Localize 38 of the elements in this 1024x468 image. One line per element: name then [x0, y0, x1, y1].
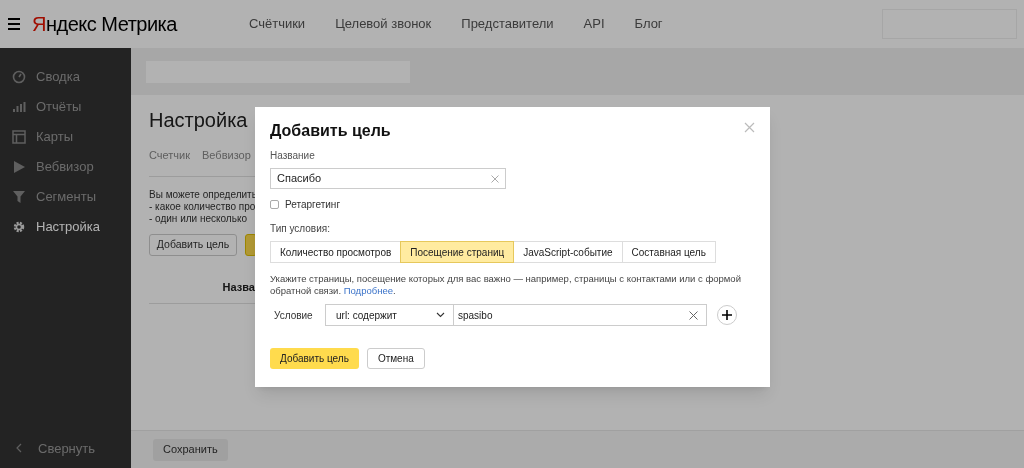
- more-link[interactable]: Подробнее: [343, 285, 393, 296]
- condition-type-tab[interactable]: Количество просмотров: [270, 241, 402, 263]
- field-label: Условие: [273, 308, 314, 323]
- save-button[interactable]: Сохранить: [153, 438, 228, 461]
- column-header: Назва: [222, 279, 255, 295]
- sidebar-item[interactable]: Настройка: [36, 217, 100, 237]
- collapse-link[interactable]: Свернуть: [38, 438, 95, 458]
- condition-type-tab[interactable]: Посещение страниц: [400, 241, 515, 263]
- nav-link[interactable]: API: [583, 14, 605, 34]
- tab[interactable]: Счетчик: [149, 147, 191, 164]
- intro-text: Вы можете определить: [149, 188, 257, 201]
- intro-text: - какое количество про: [149, 200, 256, 213]
- submit-button[interactable]: Добавить цель: [270, 348, 359, 369]
- sidebar-item[interactable]: Карты: [36, 127, 74, 147]
- logo[interactable]: Яндекс Метрика: [32, 9, 177, 39]
- description-text: Укажите страницы, посещение которых для вас важно — например, страницы с контактами или с формой обратной связи. Подробнее.: [270, 273, 742, 297]
- nav-link[interactable]: Целевой звонок: [335, 14, 432, 34]
- page-title: Настройка: [149, 108, 248, 133]
- cancel-button[interactable]: Отмена: [366, 348, 425, 369]
- sidebar-item[interactable]: Сегменты: [36, 187, 96, 207]
- nav-link[interactable]: Блог: [634, 14, 663, 34]
- field-label: Тип условия:: [270, 222, 331, 236]
- field-label: Название: [270, 149, 316, 163]
- condition-type-tab[interactable]: Составная цель: [621, 241, 716, 263]
- sidebar-item[interactable]: Сводка: [36, 67, 80, 87]
- add-goal-button[interactable]: Добавить цель: [149, 233, 237, 256]
- name-field[interactable]: Спасибо: [270, 168, 506, 189]
- sidebar-item[interactable]: Вебвизор: [36, 157, 94, 177]
- sidebar-item[interactable]: Отчёты: [36, 97, 82, 117]
- intro-text: - один или несколько: [149, 212, 247, 225]
- checkbox-label: Ретаргетинг: [285, 198, 341, 212]
- nav-link[interactable]: Представители: [461, 14, 554, 34]
- nav-link[interactable]: Счётчики: [248, 14, 306, 34]
- operator-dropdown[interactable]: url: содержит: [325, 304, 454, 326]
- dialog-title: Добавить цель: [270, 121, 391, 141]
- value-field[interactable]: spasibo: [453, 304, 707, 326]
- condition-type-tab[interactable]: JavaScript-событие: [513, 241, 623, 263]
- tab[interactable]: Вебвизор: [202, 147, 251, 164]
